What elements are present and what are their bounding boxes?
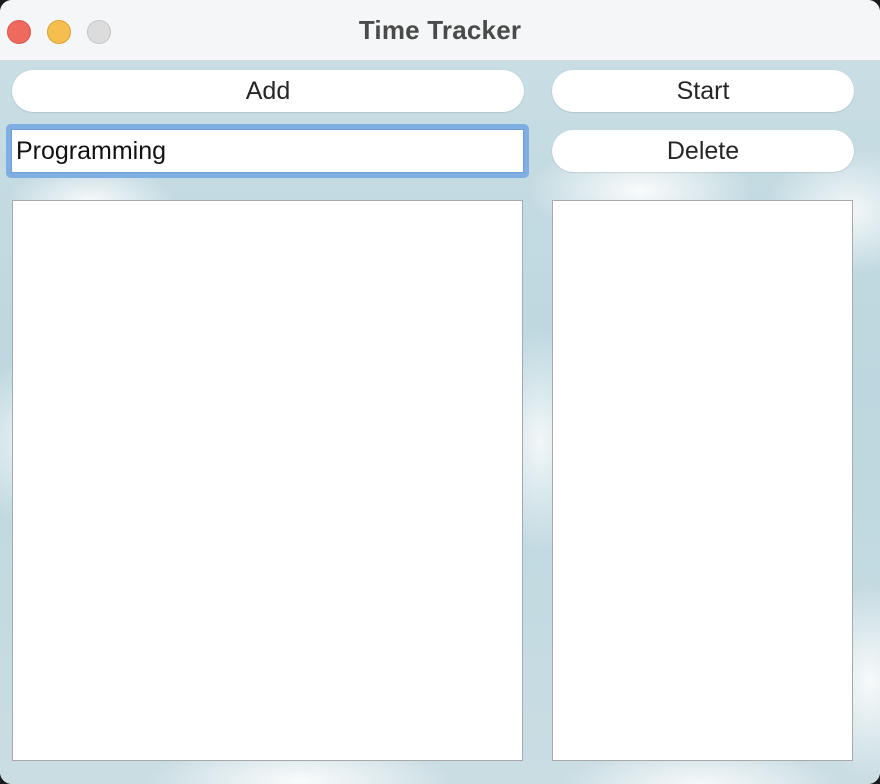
app-window: Time Tracker Add Start Delete: [0, 0, 880, 784]
time-listbox[interactable]: [552, 200, 853, 761]
task-entry-focus-ring: [6, 124, 529, 178]
start-button[interactable]: Start: [552, 70, 854, 112]
delete-button[interactable]: Delete: [552, 130, 854, 172]
window-title: Time Tracker: [358, 15, 522, 45]
add-button[interactable]: Add: [12, 70, 524, 112]
task-listbox[interactable]: [12, 200, 523, 761]
task-name-input[interactable]: [11, 129, 524, 173]
title-bar[interactable]: Time Tracker: [0, 0, 880, 61]
